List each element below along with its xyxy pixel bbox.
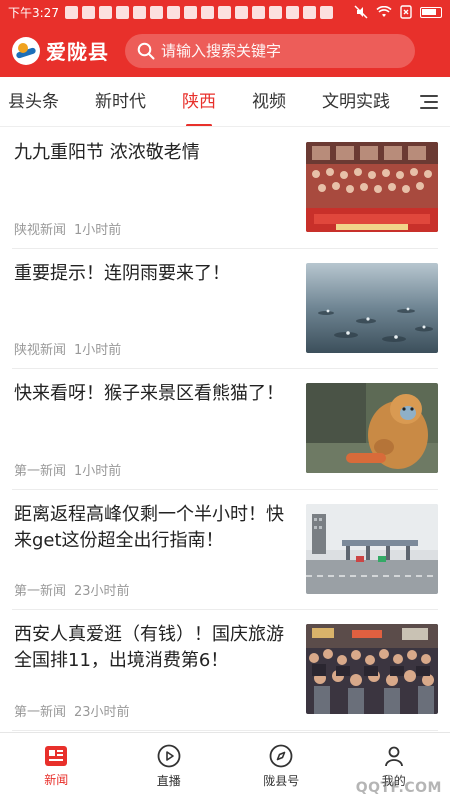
- notification-icon: [64, 5, 78, 19]
- news-source: 陕视新闻: [14, 343, 67, 358]
- notification-icon: [166, 5, 180, 19]
- news-meta: 第一新闻 23小时前: [14, 701, 130, 720]
- news-icon: [45, 746, 68, 766]
- notification-icon: [81, 5, 95, 19]
- app-header: 爱陇县: [0, 24, 450, 77]
- festival-hall-photo: [306, 142, 438, 232]
- compass-icon: [269, 744, 293, 768]
- news-source: 第一新闻: [14, 704, 67, 720]
- tab-headlines[interactable]: 县头条: [0, 77, 77, 126]
- news-thumbnail: [306, 262, 438, 353]
- nav-news[interactable]: 新闻: [0, 733, 113, 800]
- news-meta: 第一新闻 1小时前: [14, 460, 121, 479]
- watermark: QQTF.COM: [355, 780, 442, 796]
- news-title: 距离返程高峰仅剩一个半小时！快来get这份超全出行指南！: [14, 503, 284, 551]
- notification-icon: [302, 5, 316, 19]
- crowd-street-photo: [306, 624, 438, 714]
- nav-label: 直播: [156, 774, 181, 788]
- tab-new-era[interactable]: 新时代: [77, 77, 164, 126]
- status-bar: 下午3:27: [0, 0, 450, 24]
- rain-water-photo: [306, 262, 438, 353]
- news-source: 第一新闻: [14, 463, 67, 479]
- wifi-icon: [376, 6, 392, 17]
- notification-icon: [132, 5, 146, 19]
- news-item[interactable]: 距离返程高峰仅剩一个半小时！快来get这份超全出行指南！ 第一新闻 23小时前: [12, 490, 438, 610]
- news-time: 1小时前: [74, 463, 122, 479]
- news-title: 快来看呀！猴子来景区看熊猫了！: [14, 383, 284, 404]
- user-icon: [384, 746, 403, 767]
- news-thumbnail: [306, 383, 438, 473]
- category-tabs: 县头条 新时代 陕西 视频 文明实践: [0, 77, 450, 127]
- search-bar[interactable]: [125, 33, 415, 68]
- news-meta: 陕视新闻 1小时前: [14, 339, 121, 358]
- news-item[interactable]: 西安人真爱逛（有钱）！国庆旅游全国排11，出境消费第6！ 第一新闻 23小时前: [12, 610, 438, 731]
- search-input[interactable]: [161, 41, 391, 60]
- notification-icon: [149, 5, 163, 19]
- news-meta: 第一新闻 23小时前: [14, 580, 130, 599]
- news-source: 陕视新闻: [14, 222, 67, 238]
- notification-icon: [98, 5, 112, 19]
- tab-shaanxi[interactable]: 陕西: [164, 77, 234, 126]
- logo-mark-icon: [12, 36, 40, 65]
- notification-icon: [200, 5, 214, 19]
- nav-label: 新闻: [44, 773, 69, 787]
- news-item[interactable]: 重要提示！连阴雨要来了！ 陕视新闻 1小时前: [12, 249, 438, 369]
- notification-icon: [183, 5, 197, 19]
- news-meta: 陕视新闻 1小时前: [14, 219, 121, 238]
- tab-video[interactable]: 视频: [234, 77, 304, 126]
- news-title: 九九重阳节 浓浓敬老情: [14, 142, 200, 163]
- nav-county-account[interactable]: 陇县号: [225, 733, 338, 800]
- news-title: 西安人真爱逛（有钱）！国庆旅游全国排11，出境消费第6！: [14, 624, 284, 671]
- notification-icon: [319, 5, 333, 19]
- app-name: 爱陇县: [46, 40, 109, 64]
- news-time: 23小时前: [74, 584, 130, 599]
- status-time: 下午3:27: [8, 5, 59, 20]
- news-feed: 九九重阳节 浓浓敬老情 陕视新闻 1小时前 重要提示！连阴雨要来了！ 陕视新闻 1小…: [0, 128, 450, 732]
- notification-icon: [115, 5, 129, 19]
- notification-icons: [64, 5, 333, 19]
- notification-icon: [234, 5, 248, 19]
- bottom-navigation: 新闻 直播 陇县号 我的 QQTF.COM: [0, 732, 450, 800]
- app-logo[interactable]: 爱陇县: [12, 36, 109, 65]
- notification-icon: [251, 5, 265, 19]
- notification-icon: [268, 5, 282, 19]
- battery-icon: [420, 6, 442, 18]
- news-item[interactable]: 九九重阳节 浓浓敬老情 陕视新闻 1小时前: [12, 128, 438, 249]
- news-item[interactable]: 快来看呀！猴子来景区看熊猫了！ 第一新闻 1小时前: [12, 369, 438, 490]
- news-time: 1小时前: [74, 222, 122, 238]
- news-time: 23小时前: [74, 704, 130, 720]
- sim-x-icon: [400, 5, 412, 19]
- mute-icon: [354, 5, 368, 19]
- notification-icon: [285, 5, 299, 19]
- golden-monkey-photo: [306, 383, 438, 473]
- nav-live[interactable]: 直播: [113, 733, 226, 800]
- news-time: 1小时前: [74, 343, 122, 358]
- news-thumbnail: [306, 624, 438, 714]
- news-title: 重要提示！连阴雨要来了！: [14, 262, 230, 284]
- notification-icon: [217, 5, 231, 19]
- menu-icon: [420, 95, 438, 109]
- news-thumbnail: [306, 142, 438, 232]
- news-thumbnail: [306, 503, 438, 594]
- tab-menu-button[interactable]: [408, 77, 450, 126]
- news-source: 第一新闻: [14, 584, 67, 599]
- nav-label: 陇县号: [263, 774, 300, 788]
- toll-station-photo: [306, 503, 438, 594]
- tab-civilization-practice[interactable]: 文明实践: [304, 77, 408, 126]
- play-circle-icon: [157, 744, 181, 768]
- search-icon: [137, 42, 155, 59]
